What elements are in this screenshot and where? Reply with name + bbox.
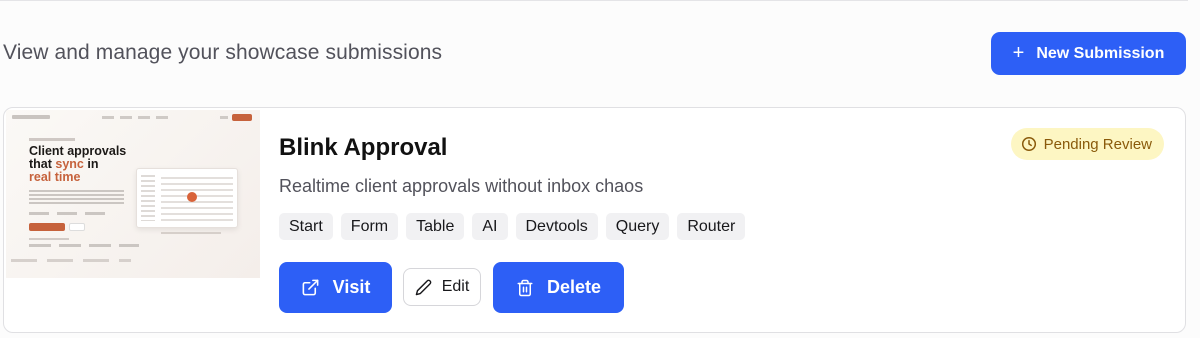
new-submission-button[interactable]: + New Submission [991, 32, 1186, 75]
submission-description: Realtime client approvals without inbox … [279, 176, 644, 196]
tag: Router [677, 213, 746, 240]
trash-icon [517, 279, 533, 296]
thumbnail-app-preview [136, 168, 238, 228]
new-submission-label: New Submission [1036, 44, 1165, 62]
thumbnail-hero-text: Client approvals that sync in real time [29, 144, 127, 184]
card-actions: Visit Edit Delete [279, 262, 624, 313]
edit-button[interactable]: Edit [403, 268, 481, 306]
tag: Start [279, 213, 333, 240]
tag: Table [406, 213, 465, 240]
clock-icon [1021, 136, 1036, 152]
edit-label: Edit [441, 278, 470, 295]
tag: Form [340, 213, 399, 240]
top-divider [0, 0, 1188, 1]
submission-card: Client approvals that sync in real time … [3, 107, 1186, 333]
tag: Query [605, 213, 670, 240]
page-header: View and manage your showcase submission… [3, 32, 1186, 75]
visit-button[interactable]: Visit [279, 262, 392, 313]
status-badge: Pending Review [1010, 128, 1164, 160]
delete-label: Delete [546, 277, 602, 297]
external-link-icon [302, 279, 319, 296]
tag: Devtools [515, 213, 598, 240]
page-subtitle: View and manage your showcase submission… [3, 41, 443, 64]
visit-label: Visit [332, 277, 371, 297]
submission-thumbnail[interactable]: Client approvals that sync in real time [6, 110, 260, 278]
delete-button[interactable]: Delete [493, 262, 624, 313]
plus-icon: + [1012, 41, 1025, 64]
thumbnail-nav [12, 114, 254, 122]
status-text: Pending Review [1043, 135, 1152, 153]
tag-list: Start Form Table AI Devtools Query Route… [279, 213, 746, 240]
submission-title: Blink Approval [279, 134, 448, 161]
pencil-icon [415, 279, 432, 295]
tag: AI [472, 213, 508, 240]
